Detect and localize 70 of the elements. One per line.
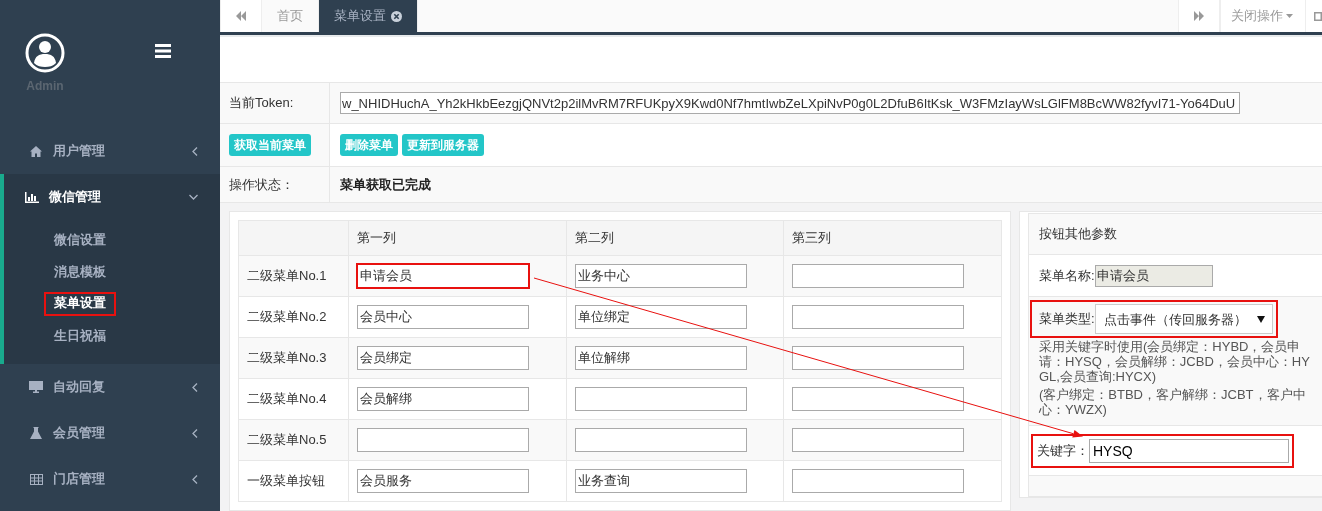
field-label: 当前Token:	[220, 83, 330, 124]
scroll-right-button[interactable]	[1178, 0, 1220, 32]
menu-name-field[interactable]	[792, 469, 965, 493]
menu-name-field[interactable]	[792, 428, 965, 452]
menu-name-field[interactable]	[792, 346, 965, 370]
menu-name-field: 申请会员	[1094, 264, 1213, 287]
double-left-arrow-icon	[235, 11, 247, 21]
menu-type-dropdown[interactable]: 点击事件（传回服务器）	[1094, 304, 1273, 334]
field-label: 菜单类型:	[1039, 310, 1095, 328]
menu-name-field[interactable]: 会员服务	[357, 469, 529, 493]
row-label: 二级菜单No.3	[238, 337, 349, 379]
field-label: 菜单名称:	[1039, 266, 1095, 285]
table-icon	[29, 473, 43, 485]
menu-name-field[interactable]: 会员中心	[357, 305, 529, 329]
sidebar-item[interactable]: 门店管理	[0, 456, 220, 502]
scroll-left-button[interactable]	[220, 0, 262, 32]
menu-name-field[interactable]	[574, 387, 747, 411]
sidebar-item[interactable]: 自动回复	[0, 364, 220, 410]
sidebar-subitem[interactable]: 微信设置	[44, 224, 116, 256]
chevron-left-icon	[192, 474, 198, 484]
sidebar-item[interactable]: 微信管理	[0, 174, 220, 220]
exit-icon[interactable]	[1314, 11, 1322, 21]
avatar-icon[interactable]	[25, 33, 65, 73]
menu-name-field[interactable]: 单位绑定	[574, 305, 747, 329]
column-header: 第一列	[348, 220, 567, 256]
sidebar-subitem[interactable]: 菜单设置	[44, 292, 116, 316]
menu-name-field[interactable]	[357, 428, 529, 452]
menu-icon[interactable]	[155, 44, 171, 58]
home-icon	[30, 145, 42, 157]
row-label: 二级菜单No.1	[238, 255, 349, 297]
dropdown-arrow-icon	[1256, 315, 1265, 323]
sidebar-item[interactable]: 会员管理	[0, 410, 220, 456]
sidebar-subitem[interactable]: 生日祝福	[44, 320, 116, 352]
double-right-arrow-icon	[1193, 11, 1205, 21]
menu-name-field[interactable]: 业务中心	[574, 264, 747, 288]
help-text: (客户绑定：BTBD，客户解绑：JCBT，客户中心：YWZX)	[1039, 387, 1307, 417]
panel-title: 按钮其他参数	[1039, 225, 1117, 243]
menu-name-field[interactable]	[792, 264, 965, 288]
row-label: 二级菜单No.2	[238, 296, 349, 338]
menu-name-field[interactable]	[792, 387, 965, 411]
bar-chart-icon	[25, 191, 39, 203]
monitor-icon	[29, 381, 43, 393]
chevron-left-icon	[192, 146, 198, 156]
menu-name-field[interactable]: 会员绑定	[357, 346, 529, 370]
page-tab[interactable]: 菜单设置	[319, 0, 418, 32]
menu-name-field[interactable]	[792, 305, 965, 329]
menu-name-field[interactable]	[574, 428, 747, 452]
menu-name-field[interactable]: 会员解绑	[357, 387, 529, 411]
column-header: 第三列	[783, 220, 1002, 256]
column-header: 第二列	[566, 220, 784, 256]
sidebar-item[interactable]: 用户管理	[0, 128, 220, 174]
chevron-left-icon	[192, 428, 198, 438]
menu-name-field[interactable]: 申请会员	[357, 264, 529, 288]
chevron-left-icon	[192, 382, 198, 392]
sidebar-subitem[interactable]: 消息模板	[44, 256, 116, 288]
help-text: 采用关键字时使用(会员绑定：HYBD，会员申请：HYSQ，会员解绑：JCBD，会员中心：HYGL,会员查询:HYCX)	[1039, 339, 1311, 384]
status-text: 菜单获取已完成	[340, 175, 431, 194]
menu-name-field[interactable]: 单位解绑	[574, 346, 747, 370]
menu-name-field[interactable]: 业务查询	[574, 469, 747, 493]
chevron-down-icon	[189, 194, 198, 200]
row-label: 二级菜单No.4	[238, 378, 349, 420]
flask-icon	[30, 427, 42, 439]
row-label: 二级菜单No.5	[238, 419, 349, 461]
field-label: 关键字：	[1037, 441, 1089, 460]
caret-icon	[1286, 14, 1293, 18]
row-label: 一级菜单按钮	[238, 460, 349, 502]
field-label: 操作状态：	[220, 167, 330, 203]
close-icon[interactable]	[391, 10, 402, 22]
token-field[interactable]: w_NHIDHuchA_Yh2kHkbEezgjQNVt2p2ilMvRM7RFUKpyX9Kwd0Nf7hmtIwbZeLXpiNvP0g0L2DfuB6ItKsk_W3FMzIayWsLGlFM8BcWW82fyvI71-Yo64DuU	[340, 92, 1240, 114]
keyword-field[interactable]: HYSQ	[1089, 438, 1289, 463]
